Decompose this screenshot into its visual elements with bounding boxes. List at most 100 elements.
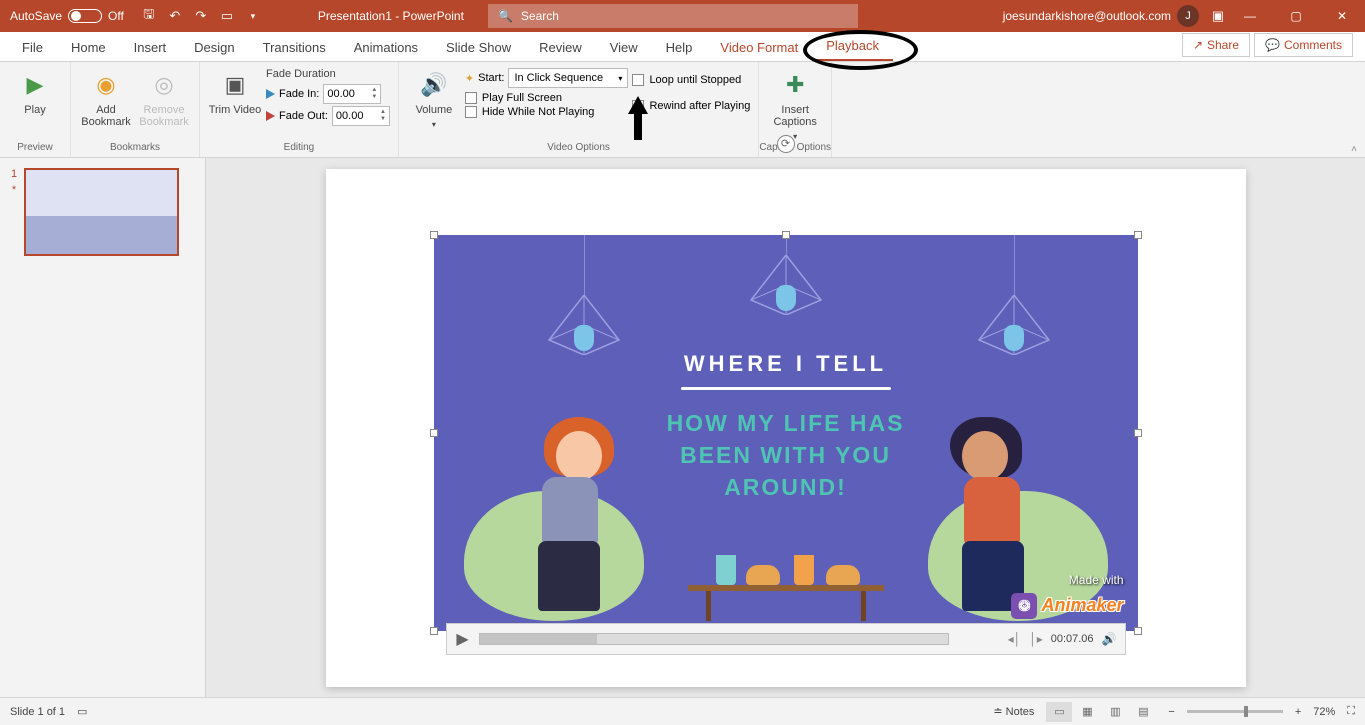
tab-insert[interactable]: Insert xyxy=(120,34,181,61)
notes-button[interactable]: ≐ Notes xyxy=(993,705,1034,718)
resize-handle[interactable] xyxy=(430,627,438,635)
ribbon-group-preview: ▶ Play Preview xyxy=(0,62,71,157)
rewind-after-playing-checkbox[interactable]: Rewind after Playing xyxy=(632,100,750,112)
avatar: J xyxy=(1177,5,1199,27)
slide-thumbnail-1[interactable]: 1 * xyxy=(8,168,197,256)
trim-video-button[interactable]: ▣ Trim Video xyxy=(208,66,262,116)
search-box[interactable]: 🔍 Search xyxy=(488,4,858,28)
video-title: WHERE I TELL xyxy=(434,351,1138,377)
tab-file[interactable]: File xyxy=(8,34,57,61)
loop-until-stopped-checkbox[interactable]: Loop until Stopped xyxy=(632,74,750,86)
reading-view-button[interactable]: ▥ xyxy=(1102,702,1128,722)
player-play-button[interactable]: ▶ xyxy=(455,631,471,647)
resize-handle[interactable] xyxy=(1134,627,1142,635)
share-button[interactable]: ↗Share xyxy=(1182,33,1250,57)
quick-access-toolbar: 🖫 ↶ ↷ ▭ ▾ xyxy=(134,7,268,25)
zoom-out-button[interactable]: − xyxy=(1168,706,1174,718)
play-button[interactable]: ▶ Play xyxy=(8,66,62,116)
zoom-slider[interactable] xyxy=(1187,710,1283,713)
account-button[interactable]: joesundarkishore@outlook.com J xyxy=(993,5,1209,27)
fade-in-input[interactable]: 00.00▲▼ xyxy=(323,84,381,104)
accessibility-icon[interactable]: ▭ xyxy=(77,705,87,718)
thumbnail-image xyxy=(24,168,179,256)
step-forward-button[interactable]: │▸ xyxy=(1029,632,1043,646)
trim-video-icon: ▣ xyxy=(220,70,250,100)
undo-icon[interactable]: ↶ xyxy=(166,7,184,25)
save-icon[interactable]: 🖫 xyxy=(140,7,158,25)
play-full-screen-checkbox[interactable]: Play Full Screen xyxy=(465,92,629,104)
spinner-arrows-icon[interactable]: ▲▼ xyxy=(380,109,386,123)
player-time: 00:07.06 xyxy=(1051,633,1094,645)
resize-handle[interactable] xyxy=(782,231,790,239)
slide-canvas[interactable]: ⟳ WHERE I TELL HOW MY LIFE HAS BEEN WITH… xyxy=(206,158,1365,697)
ribbon-display-options-icon[interactable]: ▣ xyxy=(1209,7,1227,25)
resize-handle[interactable] xyxy=(1134,429,1142,437)
fit-to-window-button[interactable]: ⛶ xyxy=(1347,705,1355,718)
resize-handle[interactable] xyxy=(430,429,438,437)
tab-transitions[interactable]: Transitions xyxy=(249,34,340,61)
tab-review[interactable]: Review xyxy=(525,34,596,61)
tab-playback[interactable]: Playback xyxy=(812,32,893,61)
close-button[interactable]: ✕ xyxy=(1319,0,1365,32)
ribbon-group-bookmarks: ◉ Add Bookmark ◎ Remove Bookmark Bookmar… xyxy=(71,62,200,157)
comments-button[interactable]: 💬Comments xyxy=(1254,33,1353,57)
tab-video-format[interactable]: Video Format xyxy=(706,34,812,61)
sorter-view-button[interactable]: ▦ xyxy=(1074,702,1100,722)
player-mute-button[interactable]: 🔊 xyxy=(1102,632,1117,646)
resize-handle[interactable] xyxy=(1134,231,1142,239)
fade-out-icon xyxy=(266,111,275,121)
person-left-icon xyxy=(498,417,618,627)
hide-not-playing-checkbox[interactable]: Hide While Not Playing xyxy=(465,106,629,118)
autosave-label: AutoSave xyxy=(10,9,62,23)
spinner-arrows-icon[interactable]: ▲▼ xyxy=(371,87,377,101)
tab-view[interactable]: View xyxy=(596,34,652,61)
resize-handle[interactable] xyxy=(430,231,438,239)
add-bookmark-icon: ◉ xyxy=(91,70,121,100)
redo-icon[interactable]: ↷ xyxy=(192,7,210,25)
animaker-mascot-icon: ☺ xyxy=(1011,593,1037,619)
video-object[interactable]: WHERE I TELL HOW MY LIFE HAS BEEN WITH Y… xyxy=(434,235,1138,631)
remove-bookmark-button: ◎ Remove Bookmark xyxy=(137,66,191,128)
zoom-level[interactable]: 72% xyxy=(1313,706,1335,718)
group-label-bookmarks: Bookmarks xyxy=(110,142,160,155)
normal-view-button[interactable]: ▭ xyxy=(1046,702,1072,722)
autosave-toggle[interactable]: AutoSave Off xyxy=(0,9,134,23)
checkbox-icon xyxy=(632,74,644,86)
tab-animations[interactable]: Animations xyxy=(340,34,432,61)
tab-help[interactable]: Help xyxy=(652,34,707,61)
tab-slide-show[interactable]: Slide Show xyxy=(432,34,525,61)
checkbox-icon xyxy=(465,92,477,104)
zoom-in-button[interactable]: + xyxy=(1295,706,1301,718)
group-label-video-options: Video Options xyxy=(547,142,610,155)
slideshow-view-button[interactable]: ▤ xyxy=(1130,702,1156,722)
collapse-ribbon-icon[interactable]: ˄ xyxy=(1351,144,1357,155)
insert-captions-icon: ✚ xyxy=(780,70,810,100)
ribbon-group-editing: ▣ Trim Video Fade Duration Fade In: 00.0… xyxy=(200,62,399,157)
start-dropdown[interactable]: In Click Sequence▾ xyxy=(508,68,628,88)
ribbon-playback: ▶ Play Preview ◉ Add Bookmark ◎ Remove B… xyxy=(0,62,1365,158)
comments-icon: 💬 xyxy=(1265,38,1280,52)
volume-button[interactable]: 🔊 Volume ▾ xyxy=(407,66,461,129)
group-label-preview: Preview xyxy=(17,142,53,155)
fade-in-row: Fade In: 00.00▲▼ xyxy=(266,84,390,104)
fade-in-icon xyxy=(266,89,275,99)
add-bookmark-button[interactable]: ◉ Add Bookmark xyxy=(79,66,133,128)
start-from-beginning-icon[interactable]: ▭ xyxy=(218,7,236,25)
rotate-handle[interactable]: ⟳ xyxy=(777,135,795,153)
insert-captions-button[interactable]: ✚ Insert Captions ▾ xyxy=(768,66,822,141)
window-title: Presentation1 - PowerPoint xyxy=(268,9,488,23)
fade-out-input[interactable]: 00.00▲▼ xyxy=(332,106,390,126)
workspace: 1 * ⟳ WHERE I TELL HOW MY LIFE HAS BEEN … xyxy=(0,158,1365,697)
tab-home[interactable]: Home xyxy=(57,34,120,61)
customize-qat-icon[interactable]: ▾ xyxy=(244,7,262,25)
fade-out-row: Fade Out: 00.00▲▼ xyxy=(266,106,390,126)
tab-design[interactable]: Design xyxy=(180,34,248,61)
chevron-down-icon: ▾ xyxy=(432,120,436,129)
player-progress[interactable] xyxy=(479,633,949,645)
share-icon: ↗ xyxy=(1193,38,1203,52)
minimize-button[interactable]: — xyxy=(1227,0,1273,32)
search-icon: 🔍 xyxy=(498,9,513,23)
maximize-button[interactable]: ▢ xyxy=(1273,0,1319,32)
step-back-button[interactable]: ◂│ xyxy=(1008,632,1022,646)
play-icon: ▶ xyxy=(20,70,50,100)
